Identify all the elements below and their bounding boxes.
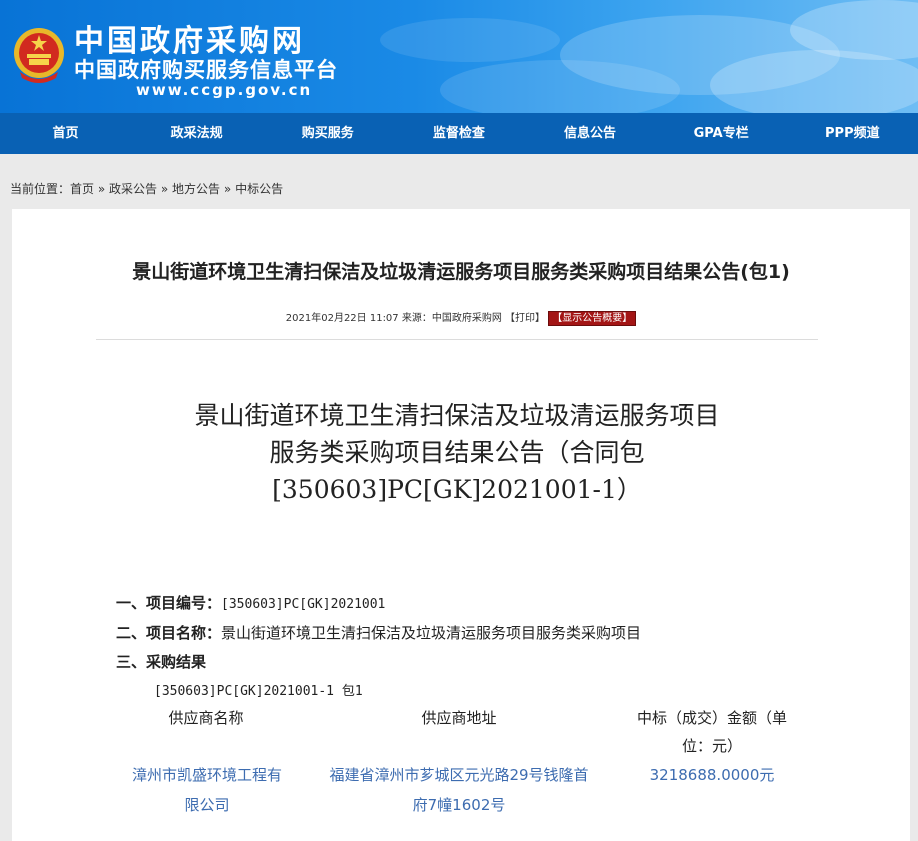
project-name-value: 景山街道环境卫生清扫保洁及垃圾清运服务项目服务类采购项目 (221, 624, 642, 642)
document-title: 景山街道环境卫生清扫保洁及垃圾清运服务项目 服务类采购项目结果公告（合同包 [3… (102, 397, 812, 508)
breadcrumb-prefix: 当前位置： (10, 182, 71, 196)
table-cell-supplier[interactable]: 漳州市凯盛环境工程有 限公司 (114, 760, 300, 820)
table-header-amount: 中标（成交）金额（单 位：元） (636, 709, 787, 755)
national-emblem-icon (14, 28, 64, 83)
document-title-line: 服务类采购项目结果公告（合同包 (269, 438, 645, 467)
site-logo-subtitle: 中国政府购买服务信息平台 (74, 58, 338, 82)
package-label: [350603]PC[GK]2021001-1 包1 (154, 684, 363, 699)
publish-date: 2021年02月22日 11:07 (285, 313, 399, 324)
breadcrumb-award[interactable]: 中标公告 (235, 182, 283, 196)
table-header-supplier: 供应商名称 (168, 709, 244, 727)
table-cell-amount: 3218688.0000元 (649, 766, 775, 784)
breadcrumb-separator: » (97, 182, 106, 196)
breadcrumb: 当前位置：首页 » 政采公告 » 地方公告 » 中标公告 (10, 180, 283, 197)
table-cell-address: 福建省漳州市芗城区元光路29号钱隆首 府7幢1602号 (329, 766, 589, 814)
project-number-label: 一、项目编号： (116, 594, 222, 612)
divider (96, 339, 818, 340)
breadcrumb-home[interactable]: 首页 (70, 182, 94, 196)
article-source: 来源：中国政府采购网 (401, 313, 502, 324)
nav-item-ppp[interactable]: PPP频道 (787, 113, 918, 154)
article-card: 景山街道环境卫生清扫保洁及垃圾清运服务项目服务类采购项目结果公告(包1) 202… (12, 209, 910, 841)
procurement-result-heading: 三、采购结果 (116, 653, 207, 671)
site-header: 中国政府采购网 中国政府购买服务信息平台 www.ccgp.gov.cn (0, 0, 918, 113)
table-header-address: 供应商地址 (421, 709, 497, 727)
show-summary-button[interactable]: 【显示公告概要】 (548, 311, 637, 326)
nav-item-home[interactable]: 首页 (0, 113, 131, 154)
site-logo-title[interactable]: 中国政府采购网 (74, 26, 305, 58)
print-link[interactable]: 【打印】 (505, 313, 545, 324)
nav-item-regulations[interactable]: 政采法规 (131, 113, 262, 154)
project-number-value: [350603]PC[GK]2021001 (221, 597, 386, 612)
breadcrumb-procurement[interactable]: 政采公告 (109, 182, 157, 196)
article-meta: 2021年02月22日 11:07 来源：中国政府采购网 【打印】 【显示公告概… (12, 309, 910, 326)
document-title-line: 景山街道环境卫生清扫保洁及垃圾清运服务项目 (194, 401, 720, 430)
breadcrumb-separator: » (223, 182, 232, 196)
nav-item-gpa[interactable]: GPA专栏 (656, 113, 787, 154)
breadcrumb-separator: » (160, 182, 169, 196)
nav-item-services[interactable]: 购买服务 (262, 113, 393, 154)
main-nav: 首页 政采法规 购买服务 监督检查 信息公告 GPA专栏 PPP频道 (0, 113, 918, 154)
site-url: www.ccgp.gov.cn (136, 81, 313, 99)
project-name-label: 二、项目名称： (116, 624, 222, 642)
nav-item-announcements[interactable]: 信息公告 (525, 113, 656, 154)
project-name-row: 二、项目名称：景山街道环境卫生清扫保洁及垃圾清运服务项目服务类采购项目 (116, 622, 641, 643)
document-title-line: [350603]PC[GK]2021001-1） (272, 475, 642, 504)
nav-item-supervision[interactable]: 监督检查 (393, 113, 524, 154)
page-title: 景山街道环境卫生清扫保洁及垃圾清运服务项目服务类采购项目结果公告(包1) (132, 261, 790, 283)
project-number-row: 一、项目编号：[350603]PC[GK]2021001 (116, 592, 385, 613)
breadcrumb-local[interactable]: 地方公告 (172, 182, 220, 196)
